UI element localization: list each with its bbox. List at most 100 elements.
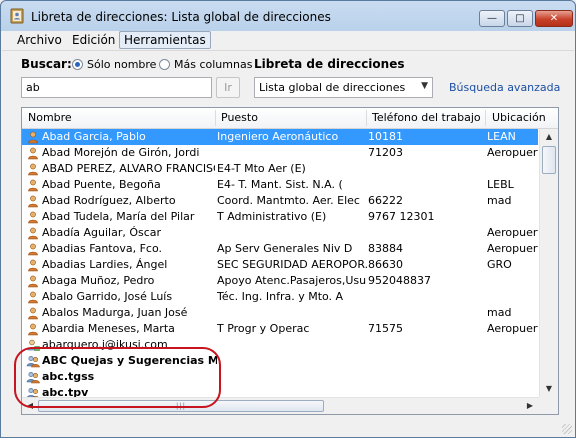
table-row[interactable]: abarquero.j@ikusi.com [22, 337, 538, 353]
table-row[interactable]: ABAD PEREZ, ALVARO FRANCISCO E4-T Mto Aer… [22, 161, 538, 177]
user-icon [28, 259, 38, 272]
vertical-scroll-thumb[interactable] [542, 146, 556, 174]
cell-phone: 9767 12301 [368, 210, 435, 223]
group-row[interactable]: abc.tgss [22, 369, 538, 385]
cell-puesto: E4- T. Mant. Sist. N.A. ( [217, 178, 343, 191]
group-row[interactable]: abc.tpv [22, 385, 538, 397]
cell-location: LEBL [487, 178, 514, 191]
user-icon [28, 179, 38, 192]
menu-herramientas[interactable]: Herramientas [119, 31, 211, 49]
horizontal-scrollbar[interactable]: ◀ ||| ▶ [22, 397, 539, 414]
cell-location [487, 354, 538, 368]
cell-puesto [217, 386, 367, 397]
cell-name: Abalo Garrido, José Luís [42, 290, 173, 303]
column-ubicacion[interactable]: Ubicación [492, 111, 546, 124]
cell-puesto: T Progr y Operac [217, 322, 310, 335]
address-book-select-value: Lista global de direcciones [259, 81, 406, 94]
cell-location [487, 274, 538, 288]
table-row[interactable]: Abalo Garrido, José Luís Téc. Ing. Infra.… [22, 289, 538, 305]
cell-location: mad [487, 306, 512, 319]
scroll-down-icon[interactable]: ▼ [542, 382, 556, 396]
cell-puesto: SEC SEGURIDAD AEROPOR... [217, 258, 367, 271]
table-row[interactable]: Abaga Muñoz, Pedro Apoyo Atenc.Pasajeros,… [22, 273, 538, 289]
cell-phone [368, 162, 484, 176]
user-icon [28, 227, 38, 240]
user-icon [28, 323, 38, 336]
search-input[interactable]: ab [21, 77, 212, 98]
cell-location [487, 370, 538, 384]
cell-location [487, 210, 538, 224]
cell-puesto: Coord. Mantmto. Aer. Elec [217, 194, 360, 207]
scrollbar-corner [539, 397, 558, 414]
advanced-search-link[interactable]: Búsqueda avanzada [449, 81, 560, 94]
user-icon [28, 211, 38, 224]
user-icon [28, 147, 38, 160]
table-row[interactable]: Abadía Aguilar, Óscar Aeropuerto [22, 225, 538, 241]
column-nombre[interactable]: Nombre [28, 111, 72, 124]
user-icon [28, 195, 38, 208]
menu-edicion[interactable]: Edición [68, 32, 119, 48]
title-bar[interactable]: Libreta de direcciones: Lista global de … [1, 1, 575, 31]
cell-phone: 10181 [368, 130, 403, 143]
table-row[interactable]: Abadias Fantova, Fco. Ap Serv Generales N… [22, 241, 538, 257]
radio-name-only-label[interactable]: Sólo nombre [87, 58, 156, 71]
cell-phone [368, 178, 484, 192]
address-book-window: Libreta de direcciones: Lista global de … [0, 0, 576, 438]
user-icon [28, 163, 38, 176]
user-icon [28, 307, 38, 320]
column-telefono[interactable]: Teléfono del trabajo [372, 111, 481, 124]
resize-grip-icon[interactable] [562, 424, 572, 434]
cell-puesto: Ap Serv Generales Niv D [217, 242, 353, 255]
cell-name: Abad Tudela, María del Pilar [42, 210, 195, 223]
cell-name: Abaga Muñoz, Pedro [42, 274, 155, 287]
cell-name: abarquero.j@ikusi.com [42, 338, 168, 351]
table-row[interactable]: Abad Puente, Begoña E4- T. Mant. Sist. N.… [22, 177, 538, 193]
cell-puesto [217, 338, 367, 352]
table-row[interactable]: Abad Rodríguez, Alberto Coord. Mantmto. A… [22, 193, 538, 209]
column-divider[interactable] [485, 110, 486, 126]
column-divider[interactable] [366, 110, 367, 126]
chevron-down-icon: ▼ [421, 81, 428, 91]
table-row[interactable]: Abardia Meneses, Marta T Progr y Operac 71… [22, 321, 538, 337]
menu-archivo[interactable]: Archivo [13, 32, 66, 48]
user-icon [28, 131, 38, 144]
group-row[interactable]: ABC Quejas y Sugerencias M... [22, 353, 538, 369]
table-row[interactable]: Abadias Lardies, Ángel SEC SEGURIDAD AERO… [22, 257, 538, 273]
horizontal-scroll-thumb[interactable]: ||| [38, 400, 324, 412]
scroll-left-icon[interactable]: ◀ [23, 399, 37, 413]
cell-phone [368, 226, 484, 240]
minimize-button[interactable]: — [479, 10, 505, 27]
radio-more-columns-label[interactable]: Más columnas [174, 58, 252, 71]
scroll-up-icon[interactable]: ▲ [542, 130, 556, 144]
cell-name: Abalos Madurga, Juan José [42, 306, 188, 319]
go-button[interactable]: Ir [216, 77, 240, 98]
results-list: Nombre Puesto Teléfono del trabajo Ubica… [21, 107, 559, 415]
cell-location: LEAN [487, 130, 516, 143]
table-row[interactable]: Abad Tudela, María del Pilar T Administra… [22, 209, 538, 225]
menu-bar: Archivo Edición Herramientas [2, 31, 574, 51]
cell-phone [368, 370, 484, 384]
cell-name: abc.tgss [42, 370, 95, 383]
maximize-button[interactable]: □ [507, 10, 533, 27]
address-book-select[interactable]: Lista global de direcciones ▼ [254, 77, 433, 98]
cell-puesto [217, 146, 367, 160]
table-row[interactable]: Abalos Madurga, Juan José mad [22, 305, 538, 321]
cell-phone: 952048837 [368, 274, 431, 287]
cell-location [487, 290, 538, 304]
table-row[interactable]: Abad Garcia, Pablo Ingeniero Aeronáutico 1… [22, 129, 538, 145]
column-puesto[interactable]: Puesto [221, 111, 258, 124]
cell-puesto [217, 306, 367, 320]
scroll-right-icon[interactable]: ▶ [523, 399, 537, 413]
radio-more-columns[interactable] [159, 59, 170, 70]
cell-name: Abad Puente, Begoña [42, 178, 161, 191]
vertical-scrollbar[interactable]: ▲ ▼ [539, 129, 558, 397]
cell-name: Abadía Aguilar, Óscar [42, 226, 162, 239]
close-button[interactable]: ✕ [535, 10, 573, 27]
table-row[interactable]: Abad Morejón de Girón, Jordi 71203 Aeropue… [22, 145, 538, 161]
cell-puesto: E4-T Mto Aer (E) [217, 162, 306, 175]
radio-name-only[interactable] [72, 59, 83, 70]
cell-name: ABAD PEREZ, ALVARO FRANCISCO [42, 162, 215, 175]
column-divider[interactable] [215, 110, 216, 126]
cell-puesto: Apoyo Atenc.Pasajeros,Usu [217, 274, 367, 287]
cell-location: Aeropuerto [487, 242, 538, 255]
